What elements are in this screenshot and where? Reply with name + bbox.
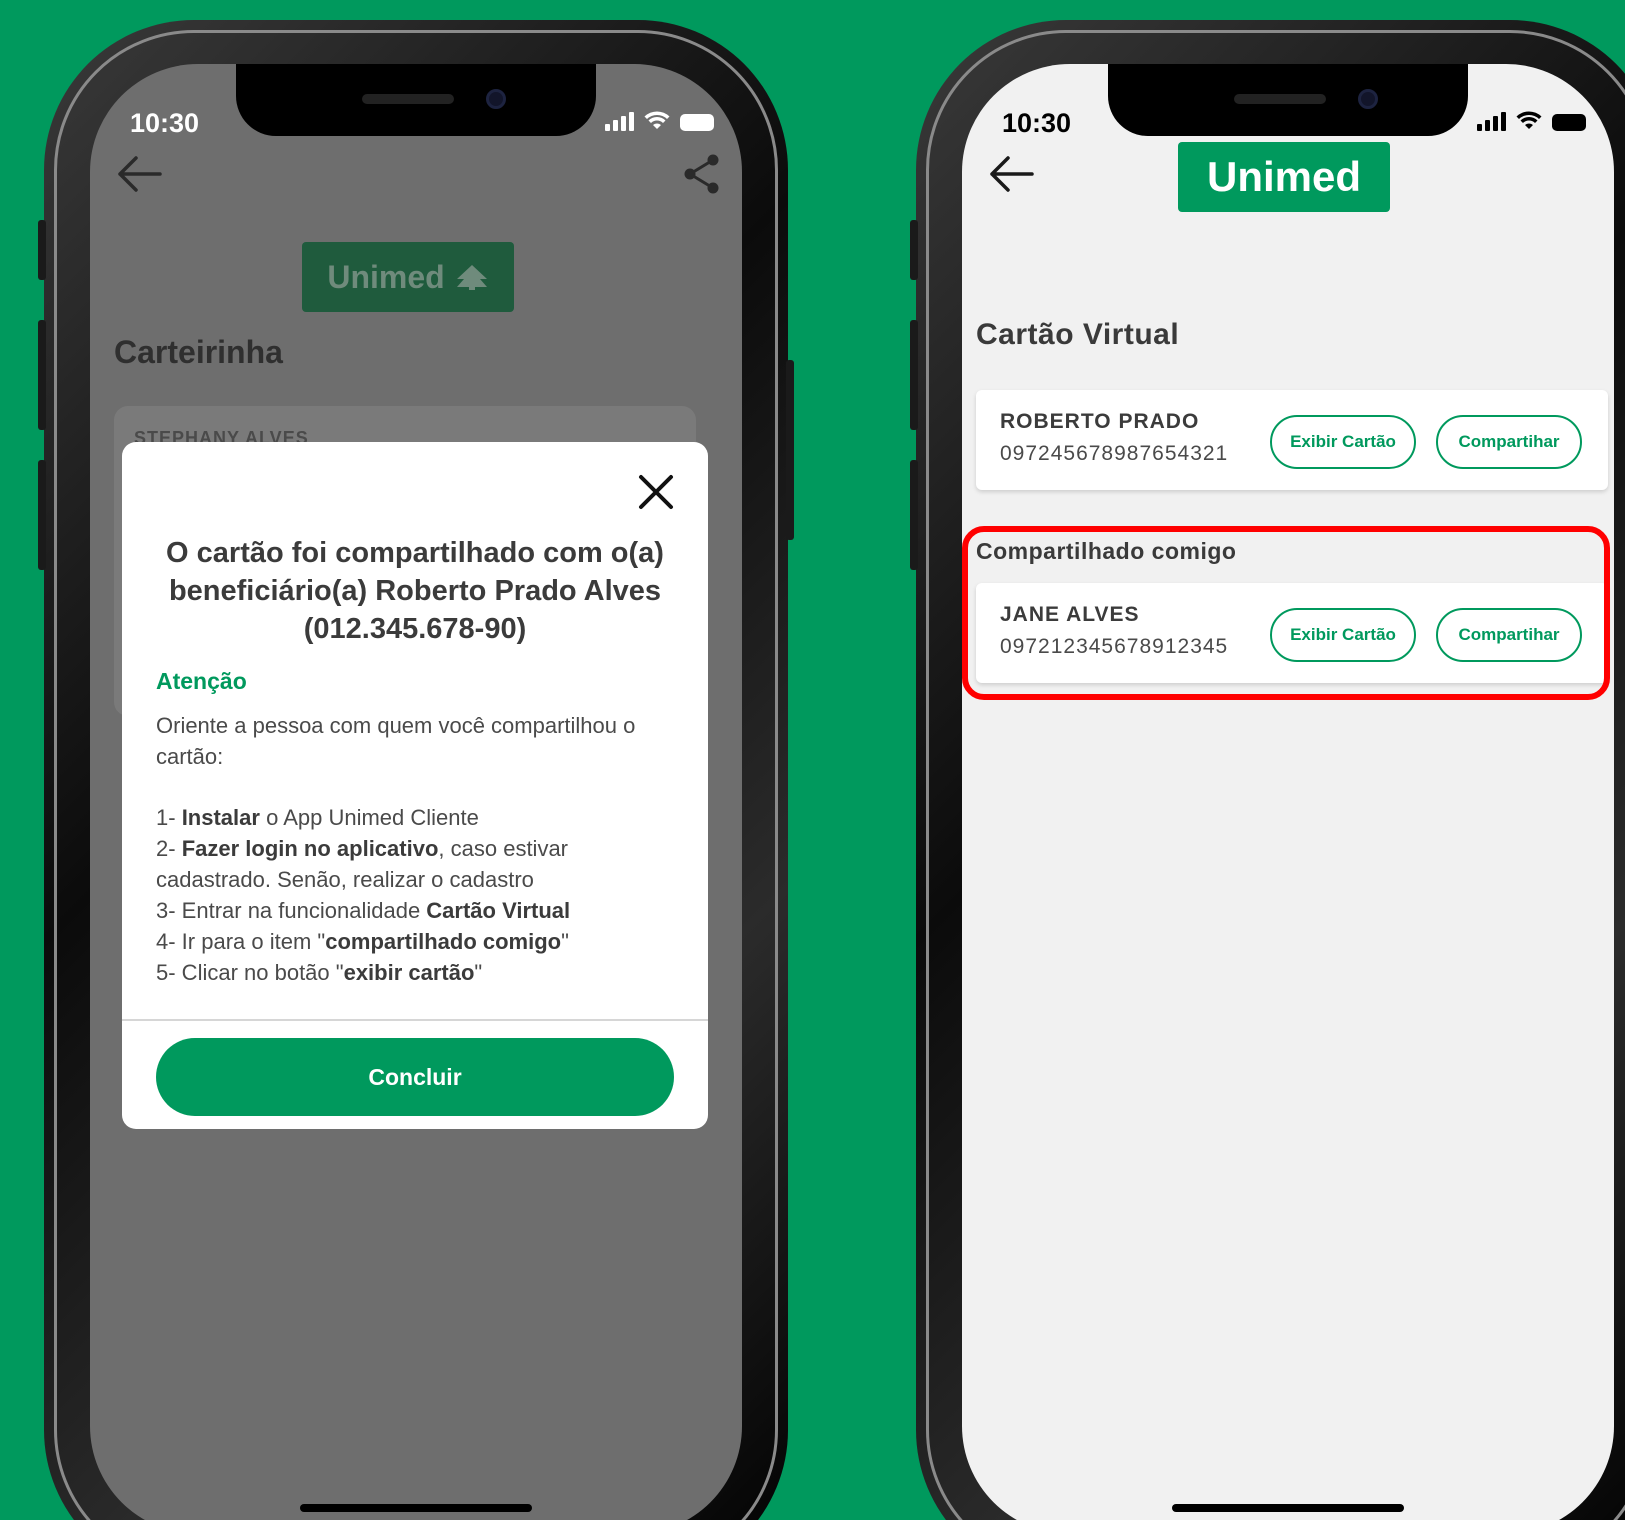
step-item: 3- Entrar na funcionalidade Cartão Virtu… bbox=[156, 898, 571, 923]
notch bbox=[236, 64, 596, 136]
wifi-icon bbox=[644, 111, 670, 129]
step-item: 1- Instalar o App Unimed Cliente bbox=[156, 805, 479, 830]
status-icons bbox=[605, 111, 714, 131]
left-phone: 10:30 Unimed Carteirinha STEPHANY ALVES … bbox=[38, 20, 794, 1520]
page-title: Carteirinha bbox=[114, 334, 283, 370]
battery-icon bbox=[680, 114, 714, 131]
volume-up-button bbox=[38, 320, 46, 430]
card-number: 097245678987654321 bbox=[1000, 442, 1229, 465]
virtual-card-row: ROBERTO PRADO 097245678987654321 Exibir … bbox=[976, 390, 1608, 490]
modal-divider bbox=[122, 1019, 708, 1021]
signal-icon bbox=[605, 112, 634, 131]
mute-switch bbox=[910, 220, 918, 280]
concluir-button[interactable]: Concluir bbox=[156, 1038, 674, 1116]
share-icon[interactable] bbox=[682, 152, 722, 196]
left-screen: 10:30 Unimed Carteirinha STEPHANY ALVES … bbox=[90, 64, 742, 1520]
mute-switch bbox=[38, 220, 46, 280]
right-screen: 10:30 Unimed Cartão Virtual ROBERTO PRAD… bbox=[962, 64, 1614, 1520]
wifi-icon bbox=[1516, 111, 1542, 129]
step-item: 2- Fazer login no aplicativo, caso estiv… bbox=[156, 836, 569, 892]
card-holder-name: JANE ALVES bbox=[1000, 603, 1140, 626]
notch bbox=[1108, 64, 1468, 136]
view-card-button[interactable]: Exibir Cartão bbox=[1270, 415, 1416, 469]
home-indicator bbox=[300, 1504, 532, 1512]
status-icons bbox=[1477, 111, 1586, 131]
share-card-button[interactable]: Compartihar bbox=[1436, 608, 1582, 662]
step-item: 5- Clicar no botão "exibir cartão" bbox=[156, 960, 483, 985]
close-icon[interactable] bbox=[638, 474, 674, 510]
logo-text: Unimed bbox=[1206, 153, 1361, 200]
attention-label: Atenção bbox=[156, 668, 247, 694]
signal-icon bbox=[1477, 112, 1506, 131]
volume-up-button bbox=[910, 320, 918, 430]
shared-card-row: JANE ALVES 097212345678912345 Exibir Car… bbox=[976, 583, 1608, 683]
steps-list: 1- Instalar o App Unimed Cliente 2- Faze… bbox=[156, 802, 678, 988]
card-holder-name: ROBERTO PRADO bbox=[1000, 410, 1200, 433]
unimed-logo: Unimed bbox=[1178, 142, 1390, 212]
right-phone: 10:30 Unimed Cartão Virtual ROBERTO PRAD… bbox=[910, 20, 1625, 1520]
volume-down-button bbox=[38, 460, 46, 570]
view-card-button[interactable]: Exibir Cartão bbox=[1270, 608, 1416, 662]
page-title: Cartão Virtual bbox=[976, 318, 1180, 351]
arrow-left-icon[interactable] bbox=[116, 154, 162, 194]
share-card-button[interactable]: Compartihar bbox=[1436, 415, 1582, 469]
status-time: 10:30 bbox=[1002, 108, 1072, 138]
unimed-tree-icon bbox=[456, 265, 487, 290]
home-indicator bbox=[1172, 1504, 1404, 1512]
shared-with-me-title: Compartilhado comigo bbox=[976, 538, 1237, 564]
card-number: 097212345678912345 bbox=[1000, 635, 1229, 658]
battery-icon bbox=[1552, 114, 1586, 131]
orient-text: Oriente a pessoa com quem você compartil… bbox=[156, 713, 636, 769]
volume-down-button bbox=[910, 460, 918, 570]
unimed-logo: Unimed bbox=[302, 242, 514, 312]
modal-title: O cartão foi compartilhado com o(a) bene… bbox=[166, 537, 664, 645]
power-button bbox=[786, 360, 794, 540]
status-time: 10:30 bbox=[130, 108, 200, 138]
logo-text: Unimed bbox=[327, 258, 445, 295]
share-success-modal: O cartão foi compartilhado com o(a) bene… bbox=[122, 442, 708, 1129]
step-item: 4- Ir para o item "compartilhado comigo" bbox=[156, 929, 569, 954]
arrow-left-icon[interactable] bbox=[988, 154, 1034, 194]
